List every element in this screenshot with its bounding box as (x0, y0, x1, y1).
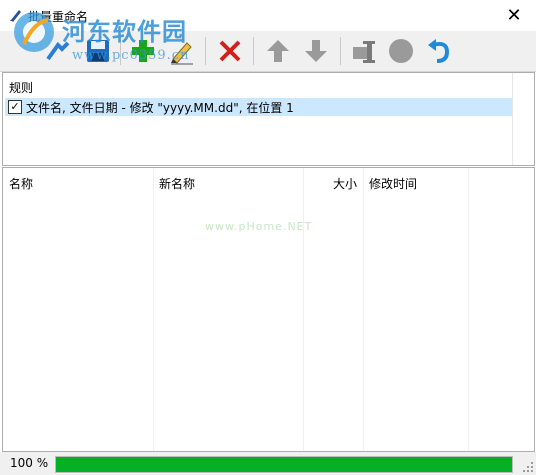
rule-text: 文件名, 文件日期 - 修改 "yyyy.MM.dd", 在位置 1 (26, 101, 294, 115)
record-button[interactable] (383, 33, 419, 69)
progress-bar (55, 456, 513, 473)
rules-panel: 规则 ✓ 文件名, 文件日期 - 修改 "yyyy.MM.dd", 在位置 1 (2, 72, 535, 166)
progress-label: 100 % (10, 456, 49, 470)
column-divider (153, 168, 154, 451)
toolbar-separator (340, 37, 341, 65)
progress-fill (56, 457, 512, 472)
column-header-new-name[interactable]: 新名称 (159, 175, 195, 192)
column-header-name[interactable]: 名称 (9, 175, 33, 192)
rules-header: 规则 (9, 81, 34, 95)
close-icon: ✕ (506, 5, 522, 26)
column-header-size[interactable]: 大小 (333, 175, 357, 192)
rule-checkbox[interactable]: ✓ (8, 100, 22, 114)
watermark-logo (14, 12, 54, 52)
status-bar: 100 % (0, 452, 536, 475)
move-up-icon (267, 40, 289, 62)
rule-row[interactable]: ✓ 文件名, 文件日期 - 修改 "yyyy.MM.dd", 在位置 1 (5, 98, 512, 116)
watermark-url: www.pc0359.cn (72, 48, 190, 63)
move-down-button[interactable] (298, 33, 334, 69)
preview-icon (353, 41, 375, 63)
rules-scrollbar[interactable] (512, 73, 534, 165)
close-button[interactable]: ✕ (492, 0, 536, 31)
toolbar-separator (205, 37, 206, 65)
column-header-modified[interactable]: 修改时间 (369, 175, 417, 192)
record-icon (389, 39, 413, 63)
column-divider (303, 168, 304, 451)
column-divider (363, 168, 364, 451)
preview-button[interactable] (345, 33, 381, 69)
delete-rule-icon (219, 40, 241, 62)
file-list: 名称 新名称 大小 修改时间 (2, 167, 535, 452)
delete-rule-button[interactable] (212, 33, 248, 69)
toolbar-separator (253, 37, 254, 65)
undo-icon (428, 39, 450, 63)
undo-button[interactable] (421, 33, 457, 69)
watermark-url-faint: www.pHome.NET (205, 220, 313, 233)
move-up-button[interactable] (260, 33, 296, 69)
column-divider (468, 168, 469, 451)
resize-grip-icon[interactable] (523, 462, 533, 472)
watermark-title: 河东软件园 (62, 17, 187, 46)
move-down-icon (305, 40, 327, 62)
